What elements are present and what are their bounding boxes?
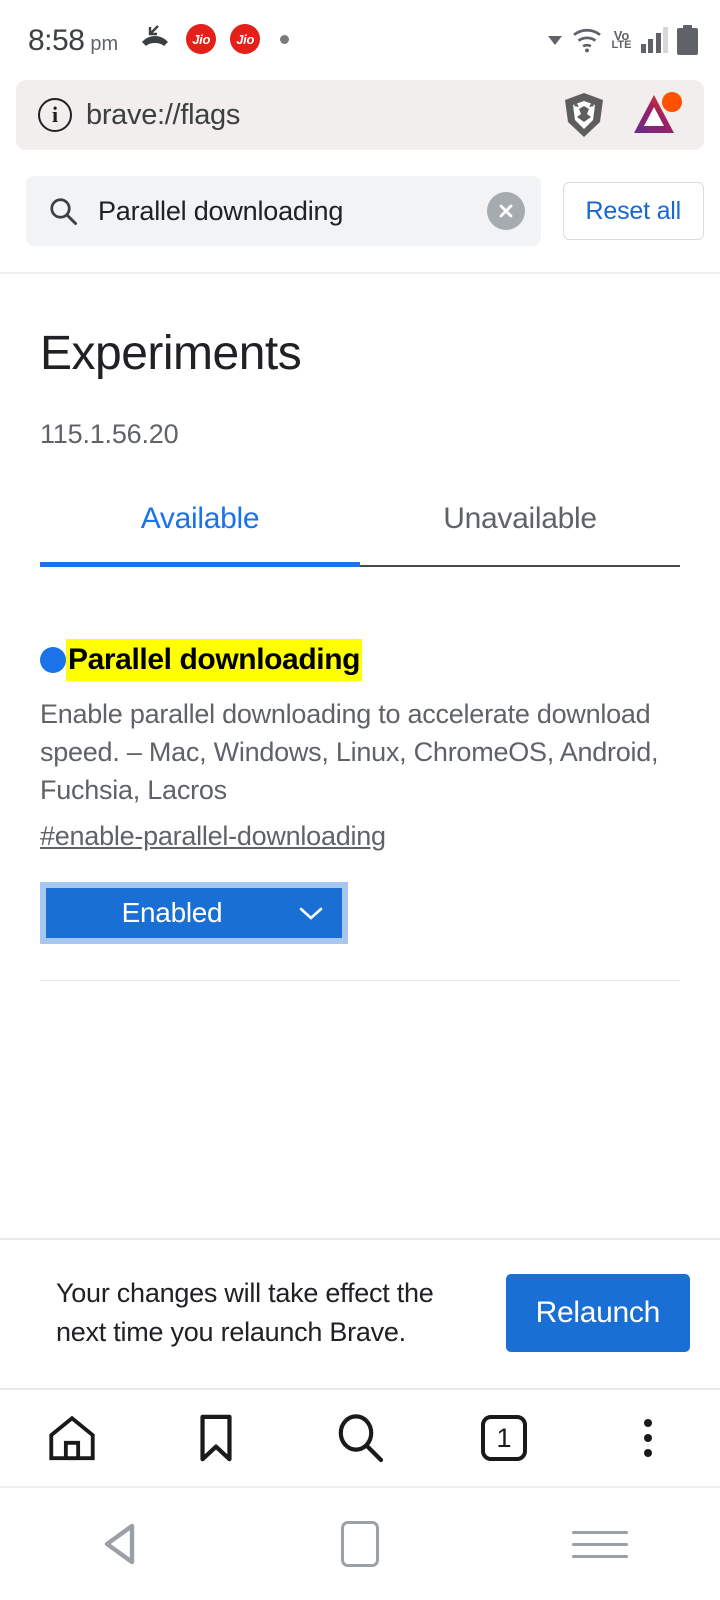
toolbar-home-button[interactable] — [0, 1414, 144, 1462]
volte-icon: Vo LTE — [611, 29, 632, 51]
flag-title-row: Parallel downloading — [40, 639, 680, 681]
reset-all-button[interactable]: Reset all — [562, 182, 704, 240]
search-icon — [50, 198, 77, 225]
nav-recents-button[interactable] — [480, 1530, 720, 1558]
nav-home-button[interactable] — [240, 1521, 480, 1567]
browser-toolbar: 1 — [0, 1388, 720, 1486]
page-title: Experiments — [40, 327, 302, 380]
url-bar[interactable]: i brave://flags — [16, 80, 704, 150]
back-icon — [104, 1523, 135, 1565]
header-divider — [0, 272, 720, 274]
tab-available[interactable]: Available — [40, 502, 360, 567]
home-icon — [49, 1415, 95, 1461]
flag-state-select[interactable]: Enabled — [40, 882, 348, 945]
flag-divider — [40, 980, 680, 982]
battery-icon — [677, 25, 698, 55]
wifi-icon — [572, 28, 601, 53]
status-bar-left: 8:58 pm Jio Jio — [28, 24, 548, 56]
chevron-down-icon — [299, 908, 323, 921]
toolbar-overflow-menu-button[interactable] — [576, 1419, 720, 1457]
flag-entry: Parallel downloading Enable parallel dow… — [40, 639, 680, 982]
status-time: 8:58 — [28, 24, 85, 57]
nav-back-button[interactable] — [0, 1522, 240, 1566]
close-icon — [499, 204, 512, 218]
clear-search-icon[interactable] — [486, 192, 525, 230]
dropdown-triangle-icon — [547, 35, 562, 45]
search-input-value[interactable]: Parallel downloading — [98, 196, 467, 227]
tab-bar: Available Unavailable — [40, 502, 680, 567]
relaunch-message: Your changes will take effect the next t… — [56, 1277, 434, 1347]
jio-sim2-badge: Jio — [230, 24, 261, 54]
tab-count-badge: 1 — [481, 1415, 527, 1461]
version-label: 115.1.56.20 — [40, 419, 179, 449]
toolbar-bookmarks-button[interactable] — [144, 1413, 288, 1463]
status-time-ampm: pm — [90, 33, 119, 55]
info-icon[interactable]: i — [38, 98, 72, 132]
toolbar-tab-switcher-button[interactable]: 1 — [432, 1415, 576, 1461]
volte-bottom-text: LTE — [611, 38, 632, 51]
tab-unavailable[interactable]: Unavailable — [360, 502, 680, 567]
flag-title: Parallel downloading — [66, 639, 363, 681]
brave-shields-lion-icon[interactable] — [562, 92, 606, 138]
flags-search-row: Parallel downloading Reset all — [0, 150, 720, 272]
status-bar-right: Vo LTE — [547, 25, 698, 55]
brave-rewards-bat-icon[interactable] — [632, 91, 684, 139]
relaunch-button[interactable]: Relaunch — [505, 1274, 690, 1352]
url-bar-container: i brave://flags — [0, 80, 720, 150]
bookmarks-icon — [200, 1414, 232, 1462]
flag-hash-link[interactable]: #enable-parallel-downloading — [40, 821, 386, 852]
search-input[interactable]: Parallel downloading — [26, 176, 541, 246]
status-bar: 8:58 pm Jio Jio Vo LTE — [0, 0, 720, 80]
overflow-menu-icon — [644, 1419, 652, 1457]
recents-icon — [572, 1530, 628, 1558]
android-nav-bar — [0, 1486, 720, 1600]
main-content: Experiments 115.1.56.20 Available Unavai… — [0, 326, 720, 982]
blue-status-dot-icon — [40, 646, 66, 673]
relaunch-bar: Your changes will take effect the next t… — [0, 1238, 720, 1386]
missed-call-icon — [142, 25, 169, 46]
toolbar-search-button[interactable] — [288, 1413, 432, 1463]
home-icon — [341, 1521, 379, 1567]
search-icon — [338, 1414, 384, 1463]
signal-bars-icon — [640, 27, 668, 53]
jio-sim1-badge: Jio — [186, 24, 217, 54]
status-notification-icons: Jio Jio — [140, 24, 290, 56]
flag-description: Enable parallel downloading to accelerat… — [40, 698, 659, 806]
flag-state-select-value: Enabled — [121, 897, 223, 929]
url-text[interactable]: brave://flags — [86, 99, 548, 132]
notification-dot — [280, 34, 290, 44]
